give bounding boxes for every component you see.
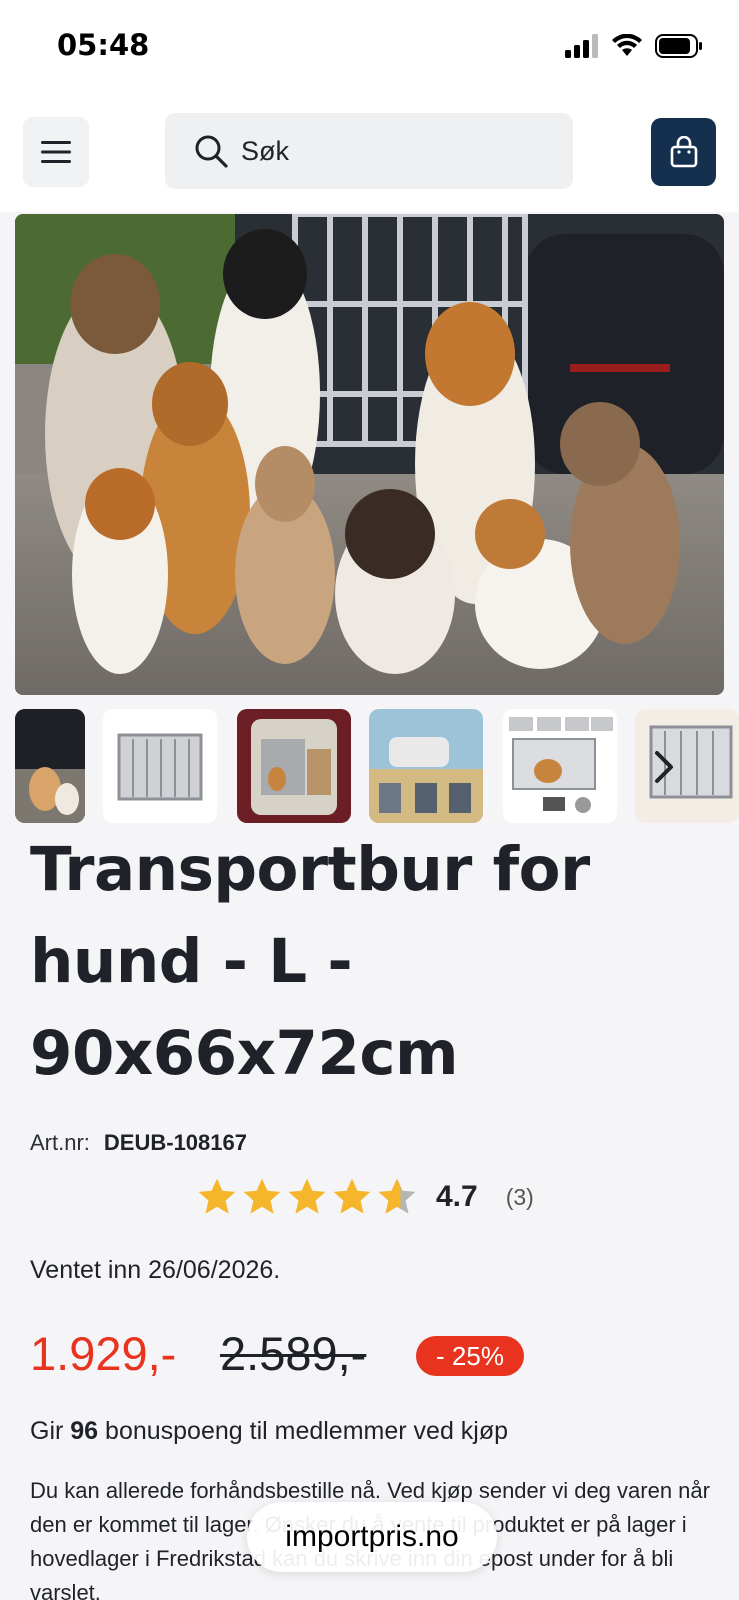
search-placeholder: Søk <box>241 135 290 166</box>
thumbnail-strip <box>0 709 739 825</box>
thumbnail-next-button[interactable] <box>643 743 685 791</box>
star-icon <box>333 1178 371 1214</box>
rating-value: 4.7 <box>436 1180 478 1213</box>
thumbnail-5[interactable] <box>503 709 617 823</box>
discount-badge: - 25% <box>416 1336 524 1376</box>
status-icons <box>565 34 703 58</box>
site-header: Søk <box>0 95 739 212</box>
hamburger-icon <box>41 141 71 163</box>
current-price: 1.929,- <box>30 1327 177 1380</box>
product-rating[interactable]: 4.7 (3) <box>196 1176 534 1218</box>
product-title: Transportbur for hund - L - 90x66x72cm <box>30 834 590 1089</box>
status-bar: 05:48 <box>0 0 739 95</box>
bonus-points-text: Gir 96 bonuspoeng til medlemmer ved kjøp <box>30 1417 508 1446</box>
thumbnail-2[interactable] <box>103 709 217 823</box>
thumbnail-4[interactable] <box>369 709 483 823</box>
product-main-image[interactable] <box>15 214 724 695</box>
star-icon <box>198 1178 236 1214</box>
article-number-value: DEUB-108167 <box>103 1130 247 1155</box>
article-number-label: Art.nr: <box>30 1130 90 1155</box>
review-count[interactable]: (3) <box>506 1184 534 1211</box>
wifi-icon <box>612 34 642 56</box>
product-photo <box>15 214 724 695</box>
status-time: 05:48 <box>57 28 150 62</box>
star-icon <box>243 1178 281 1214</box>
chevron-right-icon <box>655 751 673 783</box>
search-input[interactable]: Søk <box>165 113 573 189</box>
article-number: Art.nr: DEUB-108167 <box>30 1130 247 1156</box>
bonus-points: 96 <box>70 1417 99 1445</box>
bonus-prefix: Gir <box>30 1417 71 1445</box>
thumbnail-3[interactable] <box>237 709 351 823</box>
half-star-icon <box>378 1178 416 1214</box>
star-rating <box>196 1176 418 1218</box>
cart-button[interactable] <box>651 118 716 186</box>
expected-arrival: Ventet inn 26/06/2026. <box>30 1256 281 1284</box>
star-icon <box>288 1178 326 1214</box>
signal-icon <box>565 34 598 58</box>
shopping-bag-icon <box>670 136 697 168</box>
battery-icon <box>655 34 702 58</box>
search-icon <box>195 135 228 168</box>
original-price: 2.589,- <box>220 1327 367 1380</box>
thumbnail-1[interactable] <box>15 709 85 823</box>
menu-button[interactable] <box>23 117 89 187</box>
browser-url-pill[interactable]: importpris.no <box>247 1502 497 1572</box>
bonus-suffix: bonuspoeng til medlemmer ved kjøp <box>98 1417 509 1445</box>
